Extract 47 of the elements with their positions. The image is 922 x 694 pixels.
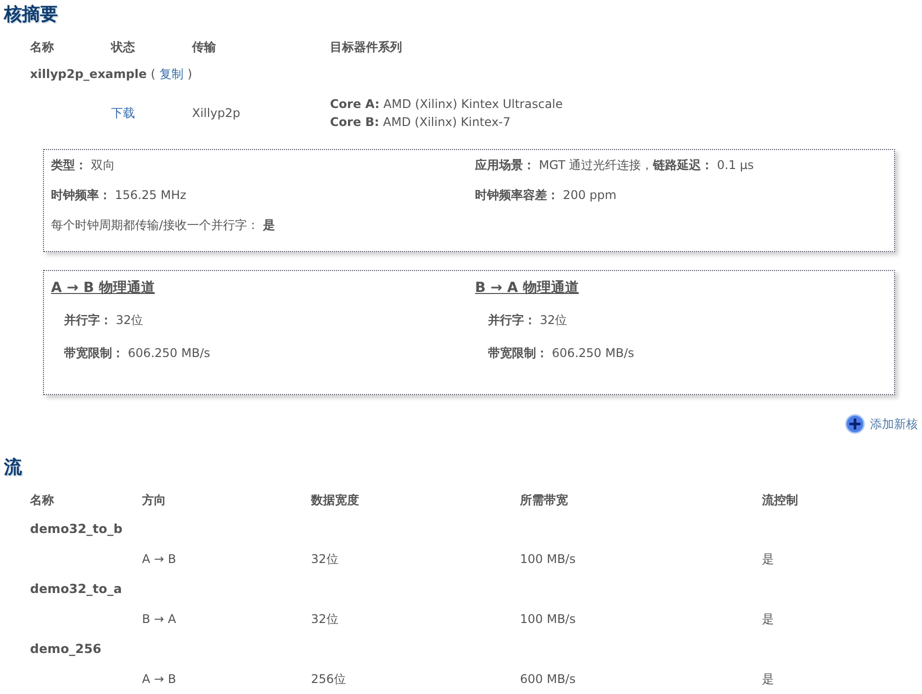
target-device: Core A: AMD (Xilinx) Kintex Ultrascale: [330, 96, 563, 113]
column-header: 方向: [142, 492, 166, 509]
paren: (: [150, 66, 156, 83]
property-text: 类型： 双向: [51, 157, 115, 174]
channel-property: 带宽限制： 606.250 MB/s: [64, 345, 210, 362]
flow-control-cell-text: 是: [762, 611, 774, 628]
bandwidth-cell-text: 100 MB/s: [520, 551, 576, 568]
column-header: 目标器件系列: [330, 39, 402, 56]
copy-link[interactable]: 复制: [159, 65, 184, 83]
direction-cell-text: A → B: [142, 671, 176, 688]
column-header: 传输: [192, 39, 216, 56]
stream-name: demo32_to_b: [30, 520, 122, 538]
channel-property: 并行字： 32位: [64, 312, 144, 329]
data-width-cell-text: 256位: [311, 671, 346, 688]
download-link[interactable]: 下载: [111, 104, 135, 122]
flow-control-cell-text: 是: [762, 671, 774, 688]
bandwidth-cell-text: 600 MB/s: [520, 671, 576, 688]
channel-title: A → B 物理通道: [51, 279, 155, 298]
plus-icon: [845, 414, 865, 434]
target-device: Core B: AMD (Xilinx) Kintex-7: [330, 114, 511, 131]
data-width-cell-text: 32位: [311, 551, 338, 568]
section-heading: 核摘要: [2, 3, 58, 27]
column-header: 状态: [111, 39, 135, 56]
channel-property: 并行字： 32位: [488, 312, 568, 329]
column-header: 流控制: [762, 492, 798, 509]
channel-title: B → A 物理通道: [475, 279, 579, 298]
core-name: xillyp2p_example: [30, 66, 147, 83]
column-header: 名称: [30, 39, 54, 56]
data-width-cell-text: 32位: [311, 611, 338, 628]
direction-cell-text: B → A: [142, 611, 176, 628]
stream-name: demo_256: [30, 640, 102, 658]
stream-name: demo32_to_a: [30, 580, 122, 598]
channel-property: 带宽限制： 606.250 MB/s: [488, 345, 634, 362]
section-heading: 流: [2, 456, 22, 480]
property-text: 每个时钟周期都传输/接收一个并行字： 是: [51, 217, 275, 234]
transport-cell-text: Xillyp2p: [192, 105, 240, 122]
property-text: 时钟频率： 156.25 MHz: [51, 187, 186, 204]
paren: ): [187, 66, 192, 83]
add-core-button[interactable]: 添加新核: [845, 414, 918, 434]
property-text: 时钟频率容差： 200 ppm: [475, 187, 616, 204]
property-text: 应用场景： MGT 通过光纤连接，链路延迟： 0.1 μs: [475, 157, 754, 174]
direction-cell-text: A → B: [142, 551, 176, 568]
column-header: 数据宽度: [311, 492, 359, 509]
bandwidth-cell-text: 100 MB/s: [520, 611, 576, 628]
column-header: 名称: [30, 492, 54, 509]
flow-control-cell-text: 是: [762, 551, 774, 568]
column-header: 所需带宽: [520, 492, 568, 509]
